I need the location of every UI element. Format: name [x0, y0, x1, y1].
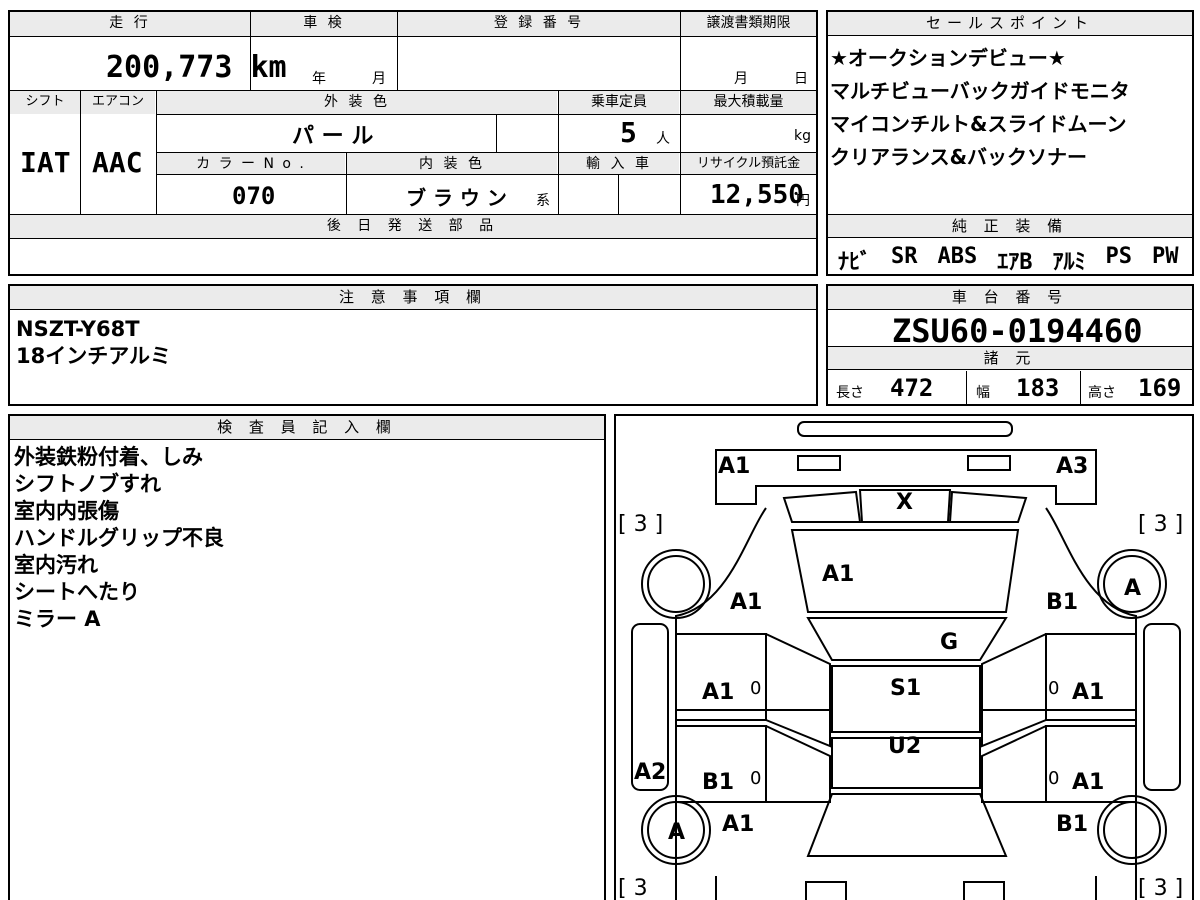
- transfer-month: 月: [734, 71, 748, 87]
- sales-point-label: セールスポイント: [828, 12, 1192, 36]
- height-label: 高さ: [1088, 385, 1116, 401]
- chassis-label: 車 台 番 号: [828, 286, 1192, 310]
- equipment-label: 純 正 装 備: [828, 215, 1192, 238]
- diagram-tread-front-left: [ 3 ]: [618, 512, 664, 537]
- inspector-line: シートへたり: [14, 580, 140, 604]
- chassis-panel: 車 台 番 号 ZSU60-0194460 諸 元 長さ 472 幅 183 高…: [826, 284, 1194, 406]
- color-no-label: カ ラ ー N o .: [157, 153, 345, 174]
- sales-point-list: ★オークションデビュー★ マルチビューバックガイドモニタ マイコンチルト&スライ…: [830, 42, 1130, 174]
- shaken-year: 年: [312, 71, 326, 87]
- diagram-windshield: X: [896, 490, 913, 515]
- diagram-right-rear-door-zero: 0: [1048, 768, 1060, 789]
- sales-point-item: マルチビューバックガイドモニタ: [830, 79, 1130, 103]
- sales-point-item: クリアランス&バックソナー: [830, 145, 1088, 169]
- ext-color-value: パ ー ル: [292, 124, 374, 149]
- equipment-item: ｱﾙﾐ: [1052, 250, 1086, 275]
- equipment-item: SR: [891, 244, 918, 269]
- equipment-item: ﾅﾋﾞ: [838, 250, 872, 275]
- ac-label: エアコン: [81, 91, 155, 114]
- notes-panel: 注 意 事 項 欄 NSZT-Y68T 18インチアルミ: [8, 284, 818, 406]
- spec-label: 諸 元: [828, 347, 1192, 370]
- inspector-line: 外装鉄粉付着、しみ: [14, 445, 203, 469]
- equipment-item: ｴｱB: [997, 250, 1033, 275]
- diagram-left-quarter: A1: [722, 812, 755, 837]
- max-load-label: 最大積載量: [681, 91, 816, 114]
- transfer-day: 日: [794, 71, 808, 87]
- recycle-unit: 円: [796, 193, 810, 209]
- main-spec-table: 走 行 車 検 登 録 番 号 譲渡書類期限 200,773 km 年 月 月 …: [8, 10, 818, 276]
- recycle-label: リサイクル預託金: [681, 153, 816, 174]
- diagram-left-rear-wheel: A: [668, 820, 686, 845]
- damage-diagram: A1 A3 X A1 A1 B1 A G S1 U2 A1 0 A1 0 B1 …: [614, 414, 1194, 900]
- diagram-left-rear-door: B1: [702, 770, 735, 795]
- inspector-line: ハンドルグリップ不良: [14, 526, 224, 550]
- chassis-number: ZSU60-0194460: [892, 312, 1143, 350]
- capacity-label: 乗車定員: [559, 91, 679, 114]
- max-load-unit: kg: [794, 128, 811, 144]
- color-no-value: 070: [232, 182, 276, 210]
- diagram-right-fender: B1: [1046, 590, 1079, 615]
- notes-line: NSZT-Y68T: [16, 317, 140, 341]
- length-label: 長さ: [836, 385, 864, 401]
- inspector-line: 室内内張傷: [14, 499, 119, 523]
- inspector-line: 室内汚れ: [14, 553, 98, 577]
- diagram-tread-rear-left: [ 3: [618, 876, 648, 900]
- registration-label: 登 録 番 号: [398, 12, 680, 36]
- diagram-tread-front-right: [ 3 ]: [1138, 512, 1184, 537]
- shift-value: IAT: [20, 146, 71, 179]
- ac-value: AAC: [92, 146, 143, 179]
- inspector-list: 外装鉄粉付着、しみ シフトノブすれ 室内内張傷 ハンドルグリップ不良 室内汚れ …: [14, 444, 224, 633]
- diagram-right-front-door: A1: [1072, 680, 1105, 705]
- diagram-front-right: A3: [1056, 454, 1089, 479]
- sales-point-panel: セールスポイント ★オークションデビュー★ マルチビューバックガイドモニタ マイ…: [826, 10, 1194, 276]
- int-color-suffix: 系: [536, 193, 550, 209]
- notes-line: 18インチアルミ: [16, 344, 172, 368]
- diagram-tread-rear-right: [ 3 ]: [1138, 876, 1184, 900]
- shift-label: シフト: [10, 91, 80, 114]
- width-value: 183: [1016, 374, 1060, 402]
- mileage-value: 200,773 km: [106, 50, 287, 85]
- capacity-value: 5: [620, 116, 637, 149]
- int-color-label: 内 装 色: [347, 153, 557, 174]
- diagram-left-rocker: A2: [634, 760, 667, 785]
- equipment-item: ABS: [937, 244, 978, 269]
- diagram-right-quarter: B1: [1056, 812, 1089, 837]
- transfer-deadline-label: 譲渡書類期限: [681, 12, 816, 36]
- width-label: 幅: [976, 385, 990, 401]
- import-label: 輸 入 車: [559, 153, 679, 174]
- car-outline: [631, 421, 1181, 900]
- ext-color-label: 外 装 色: [157, 91, 557, 114]
- diagram-trunk: U2: [888, 734, 922, 759]
- diagram-left-fender: A1: [730, 590, 763, 615]
- diagram-right-rear-door: A1: [1072, 770, 1105, 795]
- diagram-front-left: A1: [718, 454, 751, 479]
- diagram-hood: A1: [822, 562, 855, 587]
- recycle-value: 12,550: [710, 180, 804, 210]
- height-value: 169: [1138, 374, 1182, 402]
- equipment-list: ﾅﾋﾞ SR ABS ｴｱB ｱﾙﾐ PS PW: [838, 244, 1179, 276]
- int-color-value: ブ ラ ウ ン: [406, 186, 507, 210]
- sales-point-item: ★オークションデビュー★: [830, 46, 1066, 70]
- sales-point-item: マイコンチルト&スライドムーン: [830, 112, 1127, 136]
- diagram-roof: S1: [890, 676, 922, 701]
- diagram-roof-front: G: [940, 630, 959, 655]
- diagram-left-front-door-zero: 0: [750, 678, 762, 699]
- shaken-month: 月: [372, 71, 386, 87]
- equipment-item: PS: [1105, 244, 1133, 269]
- inspector-label: 検 査 員 記 入 欄: [10, 416, 604, 440]
- inspector-line: シフトノブすれ: [14, 472, 161, 496]
- diagram-right-front-wheel: A: [1124, 576, 1142, 601]
- inspector-line: ミラー A: [14, 607, 101, 631]
- diagram-right-front-door-zero: 0: [1048, 678, 1060, 699]
- inspector-panel: 検 査 員 記 入 欄 外装鉄粉付着、しみ シフトノブすれ 室内内張傷 ハンドル…: [8, 414, 606, 900]
- diagram-left-front-door: A1: [702, 680, 735, 705]
- mileage-label: 走 行: [10, 12, 250, 36]
- diagram-left-rear-door-zero: 0: [750, 768, 762, 789]
- equipment-item: PW: [1152, 244, 1179, 269]
- notes-label: 注 意 事 項 欄: [10, 286, 816, 310]
- later-parts-label: 後 日 発 送 部 品: [10, 215, 816, 238]
- shaken-label: 車 検: [251, 12, 397, 36]
- capacity-unit: 人: [656, 131, 670, 147]
- length-value: 472: [890, 374, 934, 402]
